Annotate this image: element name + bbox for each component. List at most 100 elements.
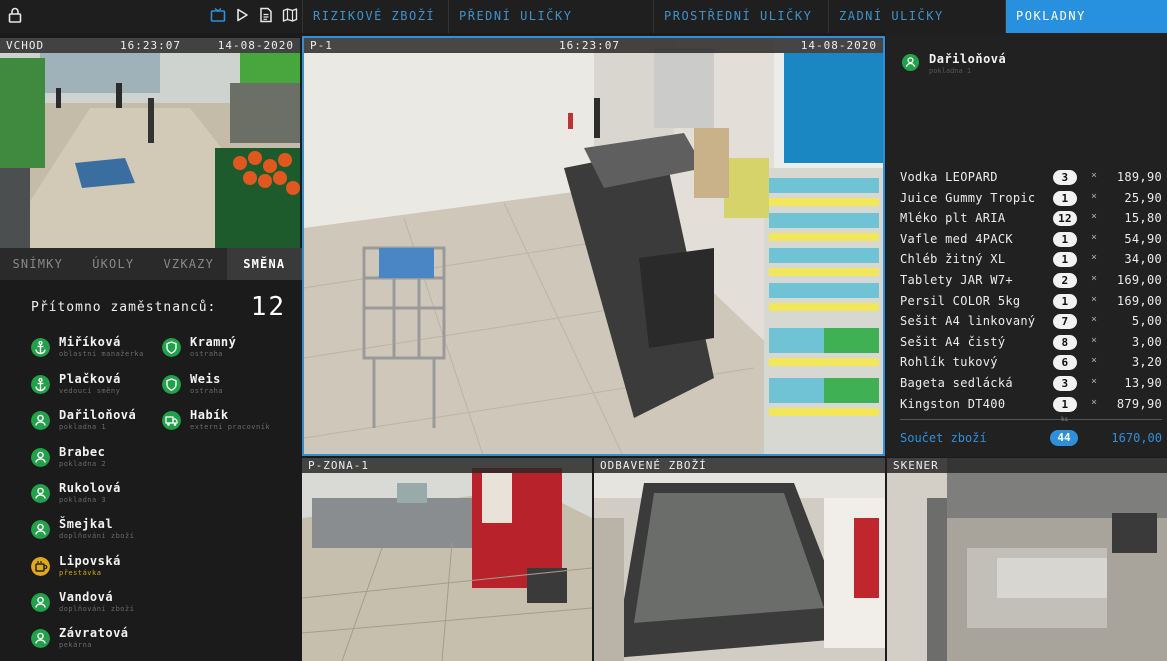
item-name: Rohlík tukový: [900, 355, 998, 370]
item-price: 879,90: [1116, 396, 1162, 411]
employee-item[interactable]: Šmejkal doplňování zboží: [31, 517, 156, 547]
employee-name: Závratová: [59, 626, 129, 640]
employee-item[interactable]: Dařiloňová pokladna 1: [31, 408, 156, 438]
coffee-icon: [31, 557, 50, 576]
item-price: 169,00: [1116, 293, 1162, 308]
employee-item[interactable]: Weis ostraha: [162, 372, 297, 402]
item-qty-badge: 2: [1053, 273, 1077, 288]
item-name: Tablety JAR W7+: [900, 273, 1013, 287]
person-icon: [31, 629, 50, 648]
camera-scanner[interactable]: SKENER: [887, 458, 1167, 661]
item-qty-badge: 1: [1053, 190, 1077, 206]
item-price: 169,00: [1116, 273, 1162, 287]
cashier-role: pokladna 1: [929, 67, 972, 75]
document-icon[interactable]: [258, 7, 274, 23]
tab-middle-aisles[interactable]: PROSTŘEDNÍ ULIČKY: [653, 0, 828, 33]
multiply-sign: ×: [1091, 314, 1098, 326]
item-price: 13,90: [1124, 376, 1162, 390]
tv-icon[interactable]: [210, 7, 226, 23]
item-name: Sešit A4 linkovaný: [900, 314, 1036, 329]
receipt-item: Vafle med 4PACK 1 × 54,90: [900, 230, 1162, 250]
camera-weighed-goods[interactable]: ODBAVENÉ ZBOŽÍ: [594, 458, 885, 661]
tab-messages[interactable]: VZKAZY: [151, 248, 227, 280]
employee-role: pokladna 1: [59, 423, 107, 431]
shift-panel: SNÍMKY ÚKOLY VZKAZY SMĚNA Přítomno zaměs…: [0, 248, 302, 661]
receipt-item: Sešit A4 čistý 8 × 3,00: [900, 333, 1162, 353]
multiply-sign: ×: [1091, 293, 1098, 305]
tab-snapshots[interactable]: SNÍMKY: [0, 248, 76, 280]
camera-main-p1[interactable]: P-1 16:23:07 14-08-2020: [302, 36, 885, 456]
map-icon[interactable]: [282, 7, 298, 23]
tab-risky-goods[interactable]: RIZIKOVÉ ZBOŽÍ: [302, 0, 448, 33]
multiply-sign: ×: [1091, 396, 1098, 408]
employee-name: Šmejkal: [59, 517, 114, 531]
tab-back-aisles[interactable]: ZADNÍ ULIČKY: [828, 0, 1005, 33]
employee-role: vedoucí směny: [59, 387, 121, 395]
camera-zone-image: [302, 458, 592, 661]
employee-item[interactable]: Kramný ostraha: [162, 335, 297, 365]
shield-icon: [162, 338, 181, 357]
item-price: 3,00: [1131, 334, 1162, 349]
tab-checkouts[interactable]: POKLADNY: [1005, 0, 1167, 33]
play-icon[interactable]: [234, 7, 250, 23]
total-qty-badge: 44: [1050, 430, 1078, 446]
multiply-sign: ×: [1091, 273, 1098, 284]
shield-icon: [162, 375, 181, 394]
camera-name: VCHOD: [6, 39, 45, 52]
camera-group-tabs: RIZIKOVÉ ZBOŽÍ PŘEDNÍ ULIČKY PROSTŘEDNÍ …: [302, 0, 1167, 33]
multiply-sign: ×: [1091, 334, 1098, 346]
employee-role: ostraha: [190, 350, 224, 358]
tab-shift[interactable]: SMĚNA: [226, 248, 302, 280]
multiply-sign: ×: [1091, 170, 1098, 181]
tab-tasks[interactable]: ÚKOLY: [76, 248, 152, 280]
camera-main-image: [304, 38, 883, 454]
item-name: Juice Gummy Tropic: [900, 190, 1036, 205]
lock-icon[interactable]: [8, 7, 22, 23]
tab-front-aisles[interactable]: PŘEDNÍ ULIČKY: [448, 0, 653, 33]
camera-entrance[interactable]: VCHOD 16:23:07 14-08-2020: [0, 38, 300, 248]
top-bar: RIZIKOVÉ ZBOŽÍ PŘEDNÍ ULIČKY PROSTŘEDNÍ …: [0, 0, 1167, 33]
item-qty-badge: 1: [1053, 396, 1077, 412]
employee-item[interactable]: Miříková oblastní manažerka: [31, 335, 156, 365]
total-label: Součet zboží: [900, 431, 987, 445]
camera-label: VCHOD 16:23:07 14-08-2020: [0, 38, 300, 53]
camera-weighed-image: [594, 458, 885, 661]
employee-role: pokladna 2: [59, 460, 107, 468]
item-name: Vafle med 4PACK: [900, 231, 1013, 246]
panel-tabs: SNÍMKY ÚKOLY VZKAZY SMĚNA: [0, 248, 302, 280]
employee-item[interactable]: Brabec pokladna 2: [31, 445, 156, 475]
item-name: Chléb žitný XL: [900, 252, 1006, 267]
item-price: 54,90: [1124, 231, 1162, 246]
item-price: 189,90: [1116, 170, 1162, 184]
employee-item[interactable]: Lipovská přestávka: [31, 554, 156, 584]
employee-name: Miříková: [59, 335, 121, 349]
item-qty-badge: 1: [1053, 252, 1077, 268]
camera-date: 14-08-2020: [217, 39, 294, 52]
item-price: 5,00: [1131, 314, 1162, 329]
camera-date: 14-08-2020: [800, 39, 877, 52]
multiply-sign: ×: [1091, 231, 1098, 243]
camera-zone[interactable]: P-ZONA-1: [302, 458, 592, 661]
employee-item[interactable]: Závratová pekárna: [31, 626, 156, 656]
camera-name: ODBAVENÉ ZBOŽÍ: [600, 459, 707, 472]
employee-item[interactable]: Vandová doplňování zboží: [31, 590, 156, 620]
employee-item[interactable]: Habík externí pracovník: [162, 408, 297, 438]
employee-role: oblastní manažerka: [59, 350, 144, 358]
multiply-sign: ×: [1091, 355, 1098, 367]
employee-name: Weis: [190, 372, 221, 386]
receipt-item: Rohlík tukový 6 × 3,20: [900, 353, 1162, 373]
item-name: Kingston DT400: [900, 396, 1006, 411]
employee-role: doplňování zboží: [59, 605, 135, 613]
receipt-item: Chléb žitný XL 1 × 34,00: [900, 250, 1162, 270]
employee-item[interactable]: Plačková vedoucí směny: [31, 372, 156, 402]
item-price: 15,80: [1124, 211, 1162, 226]
employee-name: Rukolová: [59, 481, 121, 495]
multiply-sign: ×: [1091, 252, 1098, 264]
item-qty-badge: 6: [1053, 355, 1077, 371]
receipt-item: Tablety JAR W7+ 2 × 169,00: [900, 271, 1162, 291]
employee-item[interactable]: Rukolová pokladna 3: [31, 481, 156, 511]
item-qty-badge: 3: [1053, 376, 1077, 391]
receipt-item: Persil COLOR 5kg 1 × 169,00: [900, 292, 1162, 312]
person-icon: [31, 448, 50, 467]
employee-name: Vandová: [59, 590, 114, 604]
